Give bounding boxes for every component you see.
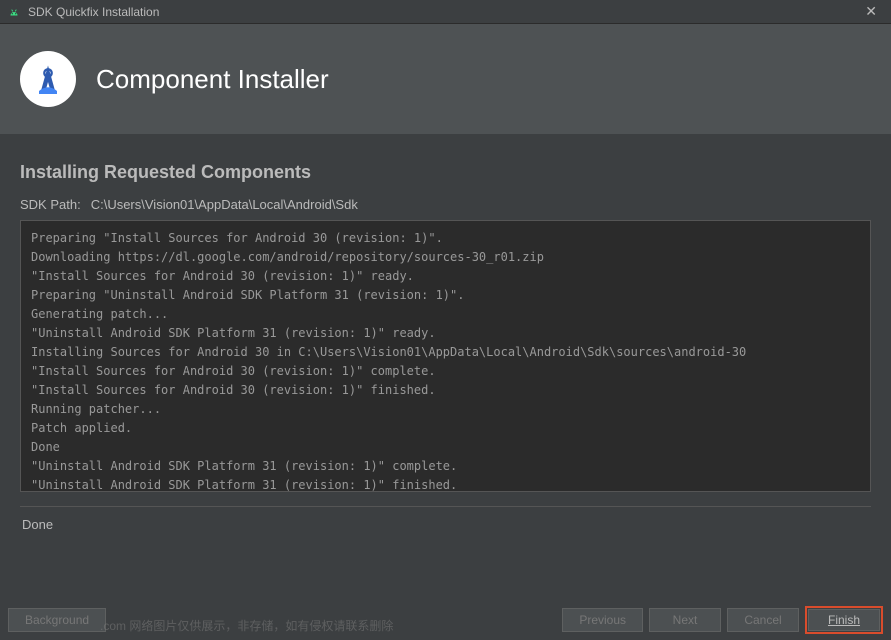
- log-line: Patch applied.: [31, 419, 860, 438]
- finish-button[interactable]: Finish: [808, 609, 880, 631]
- log-line: Generating patch...: [31, 305, 860, 324]
- close-icon[interactable]: ✕: [857, 3, 885, 20]
- previous-button[interactable]: Previous: [562, 608, 643, 632]
- log-line: "Uninstall Android SDK Platform 31 (revi…: [31, 457, 860, 476]
- header: Component Installer: [0, 24, 891, 134]
- window-title: SDK Quickfix Installation: [28, 5, 857, 19]
- section-title: Installing Requested Components: [20, 162, 871, 183]
- android-studio-logo: [20, 51, 76, 107]
- log-line: Preparing "Uninstall Android SDK Platfor…: [31, 286, 860, 305]
- log-line: Running patcher...: [31, 400, 860, 419]
- log-line: Done: [31, 438, 860, 457]
- footer: Background Previous Next Cancel Finish: [0, 606, 891, 634]
- titlebar: SDK Quickfix Installation ✕: [0, 0, 891, 24]
- log-line: "Uninstall Android SDK Platform 31 (revi…: [31, 324, 860, 343]
- log-line: Installing Sources for Android 30 in C:\…: [31, 343, 860, 362]
- log-line: "Install Sources for Android 30 (revisio…: [31, 381, 860, 400]
- sdk-path-value: C:\Users\Vision01\AppData\Local\Android\…: [91, 197, 358, 212]
- log-line: Downloading https://dl.google.com/androi…: [31, 248, 860, 267]
- next-button[interactable]: Next: [649, 608, 721, 632]
- android-studio-icon: [6, 4, 22, 20]
- log-line: "Install Sources for Android 30 (revisio…: [31, 267, 860, 286]
- log-line: Preparing "Install Sources for Android 3…: [31, 229, 860, 248]
- finish-button-highlight: Finish: [805, 606, 883, 634]
- log-line: "Uninstall Android SDK Platform 31 (revi…: [31, 476, 860, 492]
- divider: [20, 506, 871, 507]
- log-line: "Install Sources for Android 30 (revisio…: [31, 362, 860, 381]
- install-log[interactable]: Preparing "Install Sources for Android 3…: [20, 220, 871, 492]
- page-title: Component Installer: [96, 64, 329, 95]
- content-area: Installing Requested Components SDK Path…: [0, 134, 891, 532]
- cancel-button[interactable]: Cancel: [727, 608, 799, 632]
- status-text: Done: [20, 517, 871, 532]
- background-button[interactable]: Background: [8, 608, 106, 632]
- sdk-path-label: SDK Path:: [20, 197, 81, 212]
- sdk-path-row: SDK Path: C:\Users\Vision01\AppData\Loca…: [20, 197, 871, 212]
